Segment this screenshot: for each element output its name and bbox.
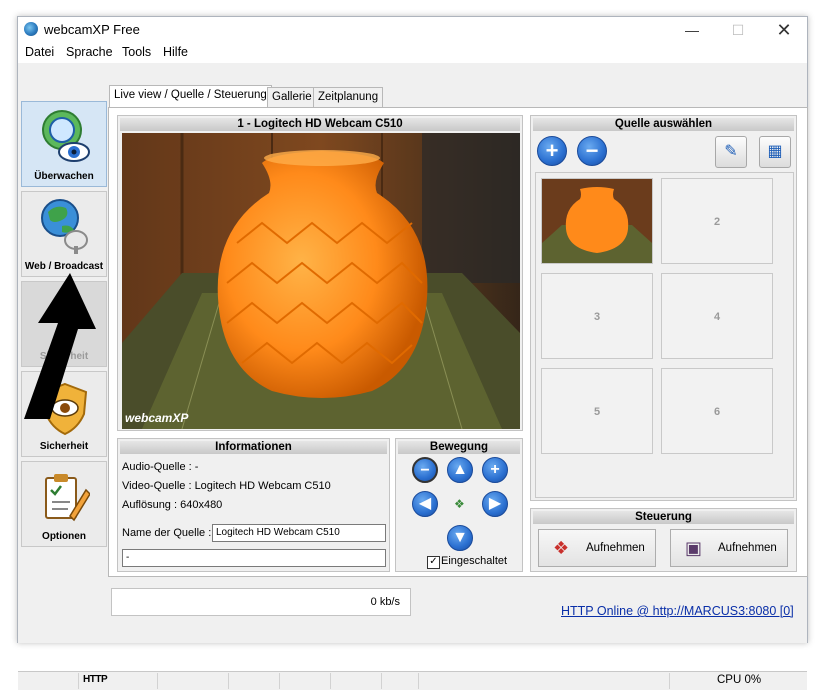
arrow-down-icon[interactable]: ▼: [447, 525, 473, 551]
image-capture-icon: ❖: [553, 538, 570, 558]
sidebar-item-optionen[interactable]: Optionen: [21, 461, 107, 547]
menu-tools[interactable]: Tools: [122, 45, 151, 59]
tab-gallerie[interactable]: Gallerie: [267, 87, 317, 107]
live-view-panel: 1 - Logitech HD Webcam C510 webcamXP Inf…: [108, 107, 808, 577]
maximize-button[interactable]: ☐: [715, 17, 761, 43]
tab-zeitplanung[interactable]: Zeitplanung: [313, 87, 384, 107]
source-header: Quelle auswählen: [533, 118, 794, 131]
source-name-label: Name der Quelle :: [122, 527, 212, 539]
audio-source-text: Audio-Quelle : -: [122, 461, 199, 473]
grid-layout-icon[interactable]: ▦: [759, 136, 791, 168]
status-cell-2: [157, 673, 228, 689]
record-image-label: Aufnehmen: [586, 542, 645, 554]
arrow-up-icon[interactable]: ▲: [447, 457, 473, 483]
info-header: Informationen: [120, 441, 387, 454]
status-cell-cpu: CPU 0%: [669, 673, 807, 689]
menu-hilfe[interactable]: Hilfe: [163, 45, 188, 59]
camera-watermark: webcamXP: [125, 411, 189, 425]
window-title: webcamXP Free: [44, 22, 140, 37]
source-thumbnail: [542, 179, 652, 263]
tab-live-view[interactable]: Live view / Quelle / Steuerung: [109, 85, 272, 108]
sidebar-item-web-broadcast[interactable]: Web / Broadcast: [21, 191, 107, 277]
source-name-input[interactable]: Logitech HD Webcam C510: [212, 524, 386, 542]
globe-broadcast-icon: [41, 199, 88, 254]
status-cell-7: [418, 673, 669, 689]
camera-feed[interactable]: webcamXP: [122, 133, 520, 429]
source-slot-1[interactable]: [541, 178, 653, 264]
status-cell-3: [228, 673, 279, 689]
client-area: Überwachen Web / Broadcast Sicherheit Si…: [18, 63, 808, 690]
status-cell-http: HTTP: [78, 673, 157, 689]
source-settings-icon[interactable]: ✎: [715, 136, 747, 168]
source-panel: Quelle auswählen + − ✎ ▦ 2 3 4 5 6: [530, 115, 797, 501]
movement-panel: Bewegung − ▲ + ◀ ❖ ▶ ▼ ✓ Eingeschaltet: [395, 438, 523, 572]
zoom-in-icon[interactable]: +: [482, 457, 508, 483]
resolution-text: Auflösung : 640x480: [122, 499, 223, 511]
menu-datei[interactable]: Datei: [25, 45, 54, 59]
menu-bar: Datei Sprache Tools Hilfe: [18, 43, 807, 63]
source-slot-5[interactable]: 5: [541, 368, 653, 454]
bandwidth-text: 0 kb/s: [370, 596, 400, 608]
status-cell-6: [381, 673, 418, 689]
remove-source-icon[interactable]: −: [577, 136, 607, 166]
film-strip-icon: ▣: [685, 538, 703, 558]
source-slot-2[interactable]: 2: [661, 178, 773, 264]
menu-sprache[interactable]: Sprache: [66, 45, 113, 59]
status-cell-4: [279, 673, 330, 689]
surveillance-eye-icon: [42, 110, 90, 162]
movement-header: Bewegung: [398, 441, 520, 454]
record-video-label: Aufnehmen: [718, 542, 777, 554]
arrow-right-icon[interactable]: ▶: [482, 491, 508, 517]
source-grid: 2 3 4 5 6: [535, 172, 794, 498]
control-panel: Steuerung ❖ Aufnehmen ▣ Aufnehmen: [530, 508, 797, 572]
sidebar-item-ueberwachen[interactable]: Überwachen: [21, 101, 107, 187]
annotation-arrow: [24, 273, 96, 419]
sidebar-label-sicherheit: Sicherheit: [39, 441, 89, 452]
http-status-link[interactable]: HTTP Online @ http://MARCUS3:8080 [0]: [561, 604, 794, 618]
video-source-text: Video-Quelle : Logitech HD Webcam C510: [122, 480, 331, 492]
app-window: webcamXP Free — ☐ ✕ Datei Sprache Tools …: [17, 16, 808, 690]
options-clipboard-icon: [45, 474, 90, 522]
sidebar-label-ueberwachen: Überwachen: [34, 171, 94, 182]
enabled-label: Eingeschaltet: [441, 555, 508, 567]
bandwidth-box: 0 kb/s: [111, 588, 411, 616]
camera-image: [122, 133, 520, 429]
record-video-button[interactable]: ▣ Aufnehmen: [670, 529, 788, 567]
add-source-icon[interactable]: +: [537, 136, 567, 166]
close-button[interactable]: ✕: [761, 17, 807, 43]
info-panel: Informationen Audio-Quelle : - Video-Que…: [117, 438, 390, 572]
source-extra-input[interactable]: -: [122, 549, 386, 567]
sidebar-label-optionen: Optionen: [42, 531, 86, 542]
status-http-text: HTTP: [83, 674, 108, 685]
webcam-app-icon: [24, 22, 38, 36]
minimize-button[interactable]: —: [669, 17, 715, 43]
status-bar: HTTP CPU 0%: [18, 671, 807, 690]
status-cell-5: [330, 673, 381, 689]
enabled-checkbox[interactable]: ✓: [427, 556, 440, 569]
camera-panel: 1 - Logitech HD Webcam C510 webcamXP: [117, 115, 523, 431]
source-slot-4[interactable]: 4: [661, 273, 773, 359]
record-image-button[interactable]: ❖ Aufnehmen: [538, 529, 656, 567]
source-slot-6[interactable]: 6: [661, 368, 773, 454]
control-header: Steuerung: [533, 511, 794, 524]
title-bar: webcamXP Free — ☐ ✕: [18, 17, 807, 43]
source-slot-3[interactable]: 3: [541, 273, 653, 359]
center-icon[interactable]: ❖: [454, 497, 465, 511]
cpu-usage-text: CPU 0%: [717, 674, 762, 686]
zoom-out-icon[interactable]: −: [412, 457, 438, 483]
arrow-left-icon[interactable]: ◀: [412, 491, 438, 517]
camera-title: 1 - Logitech HD Webcam C510: [120, 118, 520, 131]
